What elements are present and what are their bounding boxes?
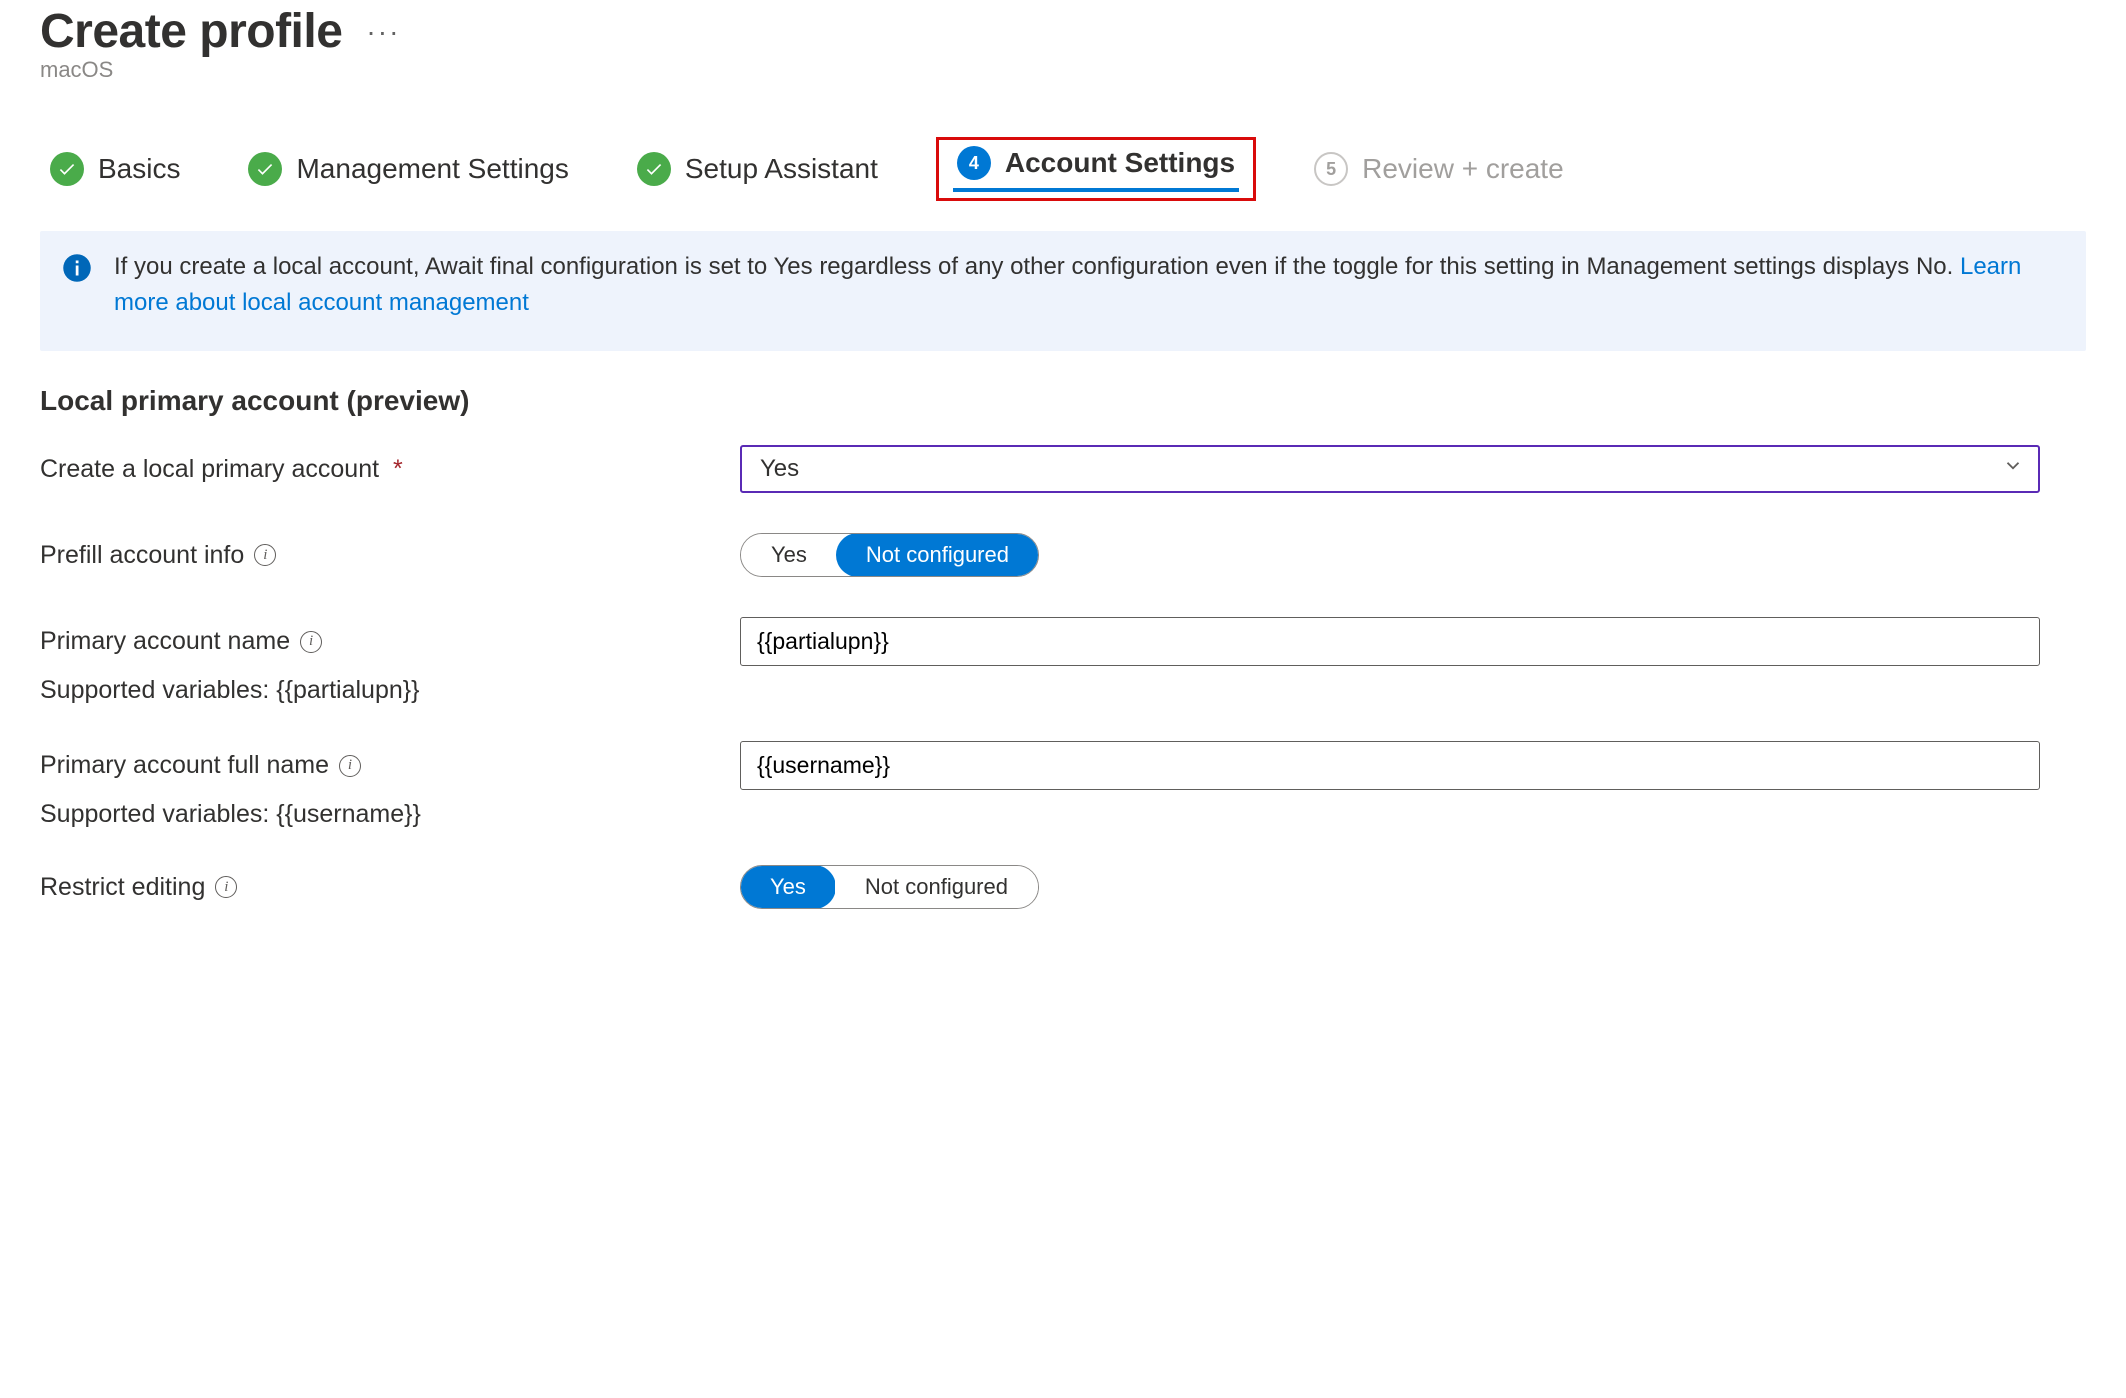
step-management-settings[interactable]: Management Settings [238, 148, 578, 190]
label-text: Primary account full name [40, 751, 329, 780]
chevron-down-icon [2002, 455, 2024, 484]
hint-primary-account-full-name: Supported variables: {{username}} [40, 800, 2086, 829]
label-text: Primary account name [40, 627, 290, 656]
primary-account-name-input[interactable] [740, 617, 2040, 666]
check-icon [637, 152, 671, 186]
wizard-stepper: Basics Management Settings Setup Assista… [40, 137, 2086, 201]
step-label: Setup Assistant [685, 153, 878, 185]
step-basics[interactable]: Basics [40, 148, 190, 190]
step-setup-assistant[interactable]: Setup Assistant [627, 148, 888, 190]
prefill-toggle[interactable]: Yes Not configured [740, 533, 1039, 577]
label-text: Restrict editing [40, 873, 205, 902]
page-title: Create profile [40, 4, 342, 59]
step-number-icon: 5 [1314, 152, 1348, 186]
step-number-icon: 4 [957, 146, 991, 180]
restrict-option-not-configured[interactable]: Not configured [835, 866, 1038, 908]
step-label: Basics [98, 153, 180, 185]
overflow-menu[interactable]: ··· [366, 16, 400, 48]
info-tooltip-icon[interactable]: i [254, 544, 276, 566]
check-icon [50, 152, 84, 186]
label-create-local-account: Create a local primary account * [40, 455, 740, 484]
label-primary-account-full-name: Primary account full name i [40, 751, 740, 780]
info-tooltip-icon[interactable]: i [215, 876, 237, 898]
step-account-settings[interactable]: 4 Account Settings [936, 137, 1256, 201]
prefill-option-not-configured[interactable]: Not configured [836, 533, 1039, 577]
restrict-editing-toggle[interactable]: Yes Not configured [740, 865, 1039, 909]
info-banner: If you create a local account, Await fin… [40, 231, 2086, 351]
section-heading: Local primary account (preview) [40, 385, 2086, 417]
step-label: Review + create [1362, 153, 1564, 185]
check-icon [248, 152, 282, 186]
prefill-option-yes[interactable]: Yes [741, 534, 837, 576]
info-body: If you create a local account, Await fin… [114, 253, 1960, 280]
required-marker: * [393, 455, 403, 484]
step-label: Management Settings [296, 153, 568, 185]
restrict-option-yes[interactable]: Yes [740, 865, 836, 909]
account-settings-form: Create a local primary account * Yes Pref… [40, 445, 2086, 909]
info-text: If you create a local account, Await fin… [114, 249, 2064, 321]
label-text: Create a local primary account [40, 455, 379, 484]
hint-primary-account-name: Supported variables: {{partialupn}} [40, 676, 2086, 705]
info-tooltip-icon[interactable]: i [339, 755, 361, 777]
info-icon [62, 253, 92, 283]
info-tooltip-icon[interactable]: i [300, 631, 322, 653]
label-primary-account-name: Primary account name i [40, 627, 740, 656]
label-text: Prefill account info [40, 541, 244, 570]
primary-account-full-name-input[interactable] [740, 741, 2040, 790]
create-local-account-select[interactable]: Yes [740, 445, 2040, 493]
step-label: Account Settings [1005, 147, 1235, 179]
step-review-create[interactable]: 5 Review + create [1304, 148, 1574, 190]
select-value: Yes [760, 455, 799, 482]
page-subtitle: macOS [40, 57, 2086, 83]
label-prefill-account-info: Prefill account info i [40, 541, 740, 570]
label-restrict-editing: Restrict editing i [40, 873, 740, 902]
